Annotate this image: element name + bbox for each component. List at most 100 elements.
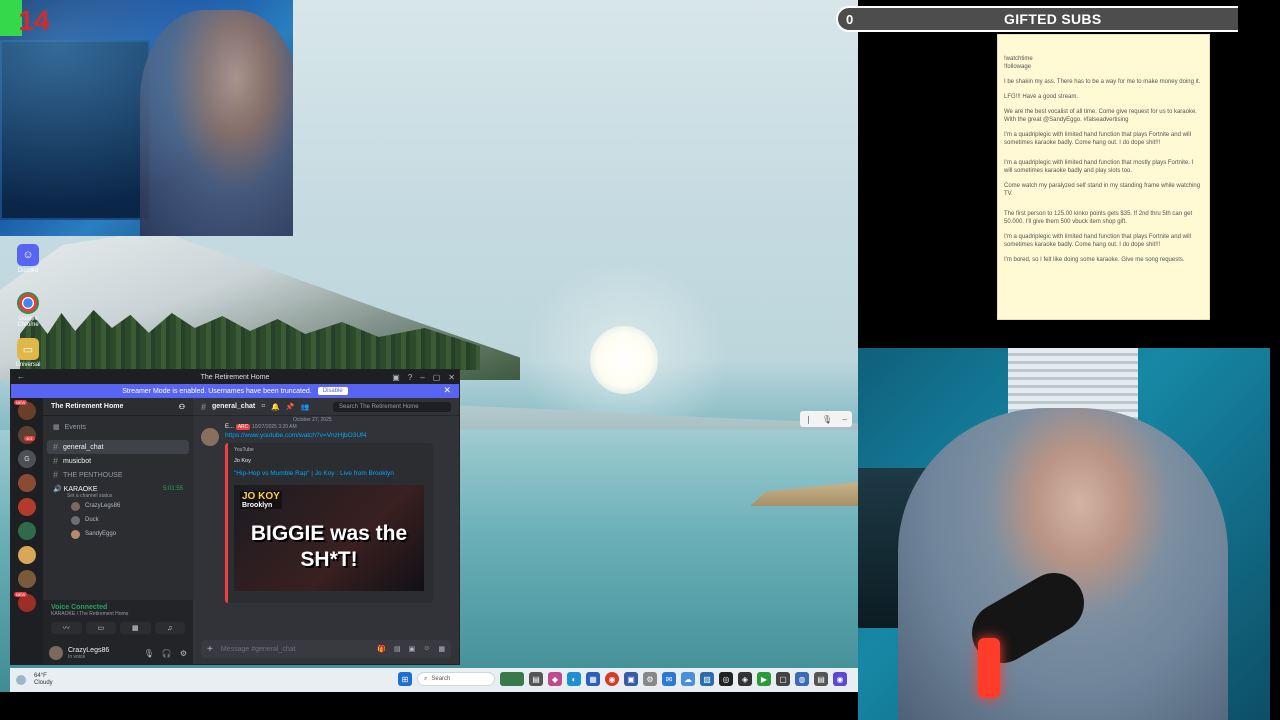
minimize-icon[interactable]: – [420,373,424,382]
desktop-icon-chrome[interactable]: Google Chrome [14,292,42,328]
dash-icon[interactable]: – [842,415,846,424]
voice-user[interactable]: SandyEggo [43,527,193,541]
settings-icon[interactable]: ⚙ [643,672,657,686]
channel-events[interactable]: ▦ Events [43,420,193,434]
server-icon[interactable]: G [18,450,36,468]
members-icon[interactable]: 👥 [301,403,310,411]
disable-button[interactable]: Disable [317,387,348,395]
server-icon[interactable] [18,498,36,516]
noise-suppression-button[interactable]: 〰 [51,622,82,634]
voice-user[interactable]: CrazyLegs86 [43,499,193,513]
add-member-icon[interactable]: ⚇ [179,403,185,411]
goal-min: 0 [846,11,854,27]
avatar[interactable] [201,428,219,446]
apps-icon[interactable]: ▦ [438,645,445,653]
voice-user[interactable]: Duck [43,513,193,527]
mic-icon[interactable]: 🎙 [144,649,154,658]
files-icon[interactable]: ▤ [529,672,543,686]
voice-channel-path: KARAOKE / The Retirement Home [51,611,129,617]
note-line: LFG!!! Have a good stream. [1004,94,1079,100]
weather-temp: 64°F [34,673,47,679]
add-attachment-icon[interactable]: + [207,644,213,655]
server-icon[interactable] [18,474,36,492]
app-icon[interactable]: ▢ [776,672,790,686]
server-icon[interactable] [18,546,36,564]
store-icon[interactable]: ▦ [586,672,600,686]
threads-icon[interactable]: ⌗ [261,403,265,411]
embed-author[interactable]: Jo Koy [234,458,427,464]
message-author[interactable]: E... [225,424,234,430]
app-icon[interactable]: ◍ [795,672,809,686]
message-composer[interactable]: + Message #general_chat 🎁 ▤ ▣ ☺ ▦ [201,640,451,658]
discord-titlebar: ← The Retirement Home ▣ ? – ▢ ✕ [11,370,459,384]
onedrive-icon[interactable]: ☁ [681,672,695,686]
sticker-icon[interactable]: ▣ [409,645,416,653]
mic-overlay-widget[interactable]: ❘ 🎙 – [800,411,852,427]
server-icon[interactable]: 401 [18,426,36,444]
back-arrow-icon[interactable]: ← [17,372,25,381]
discord-window[interactable]: ← The Retirement Home ▣ ? – ▢ ✕ Streamer… [10,369,460,665]
close-icon[interactable]: ✕ [448,373,455,382]
inbox-icon[interactable]: ▣ [392,373,400,382]
desktop-icon-discord[interactable]: ☺ Discord [14,244,42,274]
channel-label: KARAOKE [63,486,98,493]
banner-close-icon[interactable]: ✕ [443,385,451,396]
edge-icon[interactable]: ◐ [567,672,581,686]
photos-icon[interactable]: ▧ [700,672,714,686]
screen-share-button[interactable]: ▭ [85,622,116,634]
taskbar-search[interactable]: ⌕ Search [417,672,495,686]
game-icon[interactable] [500,672,524,686]
message-link[interactable]: https://www.youtube.com/watch?v=VnzHjbO3… [225,432,451,439]
server-icon[interactable] [18,522,36,540]
taskbar-apps: ⊞ ⌕ Search ▤ ◆ ◐ ▦ ◉ ▣ ⚙ ✉ ☁ ▧ ◎ ◈ ▶ ▢ ◍… [398,672,847,686]
obs-icon[interactable]: ◎ [719,672,733,686]
voice-user-name: SandyEggo [85,531,117,537]
embed-title[interactable]: "Hip-Hop vs Mumble Rap" | Jo Koy : Live … [234,470,427,477]
search-input[interactable]: Search The Retirement Home [333,401,451,412]
app-icon[interactable]: ◉ [833,672,847,686]
app-icon[interactable]: ▣ [624,672,638,686]
settings-gear-icon[interactable]: ⚙ [180,649,187,658]
outlook-icon[interactable]: ✉ [662,672,676,686]
chat-area: # general_chat ⌗ 🔔 📌 👥 Search The Retire… [193,398,459,664]
youtube-embed: YouTube Jo Koy "Hip-Hop vs Mumble Rap" |… [225,443,433,603]
guild-header[interactable]: The Retirement Home ⚇ [43,398,193,416]
note-line: The first person to 125.00 kinko points … [1004,211,1193,225]
nvidia-icon[interactable]: ▶ [757,672,771,686]
voice-timer: 5:01:55 [162,486,183,492]
color-icon[interactable]: ◆ [548,672,562,686]
pin-icon[interactable]: 📌 [286,403,295,411]
gif-icon[interactable]: ▤ [394,645,401,653]
sticky-notes[interactable]: !watchtime !followage I be shakin my ass… [997,34,1210,320]
voice-user-name: Duck [85,517,99,523]
maximize-icon[interactable]: ▢ [433,373,441,382]
gift-icon[interactable]: 🎁 [377,645,386,653]
desktop-icon-universal[interactable]: ▭ Universal [14,338,42,368]
server-icon[interactable] [18,570,36,588]
activities-button[interactable]: ▦ [120,622,151,634]
channel-musicbot[interactable]: # musicbot [43,454,193,468]
app-icon[interactable]: ◈ [738,672,752,686]
bell-icon[interactable]: 🔔 [271,403,280,411]
server-icon[interactable]: NEW [14,400,36,420]
headphones-icon[interactable]: 🎧 [162,649,172,658]
help-icon[interactable]: ? [408,373,412,382]
folder-icon: ▭ [17,338,39,360]
soundboard-button[interactable]: ♫ [154,622,185,634]
video-thumbnail[interactable]: JO KOY Brooklyn BIGGIE was the SH*T! [234,485,424,591]
hash-icon: # [201,401,207,412]
app-icon[interactable]: ▤ [814,672,828,686]
note-line: I'm a quadriplegic with limited hand fun… [1004,160,1194,174]
emoji-icon[interactable]: ☺ [423,645,430,653]
server-list: NEW 401 G NEW [11,398,43,664]
weather-widget[interactable]: 64°F Cloudy [34,673,53,687]
note-line: I'm a quadriplegic with limited hand fun… [1004,132,1191,146]
chrome-icon[interactable]: ◉ [605,672,619,686]
avatar[interactable] [49,646,63,660]
channel-penthouse[interactable]: # THE PENTHOUSE [43,468,193,482]
note-line: I'm a quadriplegic with limited hand fun… [1004,234,1191,248]
channel-general-chat[interactable]: # general_chat [47,440,189,454]
server-icon[interactable]: NEW [14,592,36,612]
mic-icon[interactable]: 🎙 [822,415,832,424]
start-icon[interactable]: ⊞ [398,672,412,686]
